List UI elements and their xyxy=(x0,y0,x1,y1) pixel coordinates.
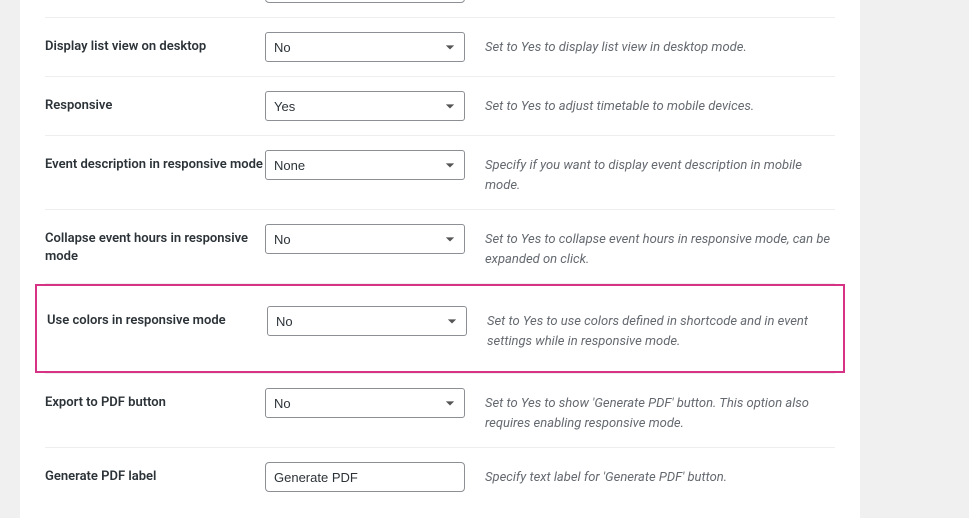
setting-row-collapse-event-hours: Collapse event hours in responsive mode … xyxy=(45,210,835,284)
export-pdf-button-input-col: No xyxy=(265,388,465,418)
use-colors-responsive-input-col: No xyxy=(267,306,467,336)
responsive-desc: Set to Yes to adjust timetable to mobile… xyxy=(465,91,835,117)
collapse-event-hours-select[interactable]: No xyxy=(265,224,465,254)
display-list-desktop-label: Display list view on desktop xyxy=(45,32,265,56)
display-list-desktop-select[interactable]: No xyxy=(265,32,465,62)
collapse-event-hours-desc: Set to Yes to collapse event hours in re… xyxy=(465,224,835,269)
row-height-input[interactable] xyxy=(265,0,465,3)
export-pdf-button-label: Export to PDF button xyxy=(45,388,265,412)
responsive-select[interactable]: Yes xyxy=(265,91,465,121)
row-height-input-col xyxy=(265,0,465,3)
event-desc-responsive-desc: Specify if you want to display event des… xyxy=(465,150,835,195)
use-colors-responsive-desc: Set to Yes to use colors defined in shor… xyxy=(467,306,833,351)
display-list-desktop-desc: Set to Yes to display list view in deskt… xyxy=(465,32,835,58)
setting-row-export-pdf-button: Export to PDF button No Set to Yes to sh… xyxy=(45,373,835,448)
setting-row-use-colors-responsive: Use colors in responsive mode No Set to … xyxy=(47,286,833,371)
event-desc-responsive-label: Event description in responsive mode xyxy=(45,150,265,174)
setting-row-row-height: Row height (in px) Specify timetable row… xyxy=(45,0,835,18)
export-pdf-button-select[interactable]: No xyxy=(265,388,465,418)
setting-row-event-desc-responsive: Event description in responsive mode Non… xyxy=(45,136,835,210)
use-colors-responsive-select[interactable]: No xyxy=(267,306,467,336)
generate-pdf-label-input-col xyxy=(265,462,465,492)
setting-row-display-list-desktop: Display list view on desktop No Set to Y… xyxy=(45,18,835,77)
generate-pdf-label-desc: Specify text label for 'Generate PDF' bu… xyxy=(465,462,835,488)
collapse-event-hours-label: Collapse event hours in responsive mode xyxy=(45,224,265,266)
display-list-desktop-input-col: No xyxy=(265,32,465,62)
generate-pdf-label-input[interactable] xyxy=(265,462,465,492)
event-desc-responsive-select[interactable]: None xyxy=(265,150,465,180)
highlighted-row: Use colors in responsive mode No Set to … xyxy=(35,284,845,373)
responsive-input-col: Yes xyxy=(265,91,465,121)
event-desc-responsive-input-col: None xyxy=(265,150,465,180)
responsive-label: Responsive xyxy=(45,91,265,115)
setting-row-responsive: Responsive Yes Set to Yes to adjust time… xyxy=(45,77,835,136)
collapse-event-hours-input-col: No xyxy=(265,224,465,254)
generate-pdf-label-label: Generate PDF label xyxy=(45,462,265,486)
use-colors-responsive-label: Use colors in responsive mode xyxy=(47,306,267,330)
setting-row-generate-pdf-label: Generate PDF label Specify text label fo… xyxy=(45,448,835,506)
export-pdf-button-desc: Set to Yes to show 'Generate PDF' button… xyxy=(465,388,835,433)
